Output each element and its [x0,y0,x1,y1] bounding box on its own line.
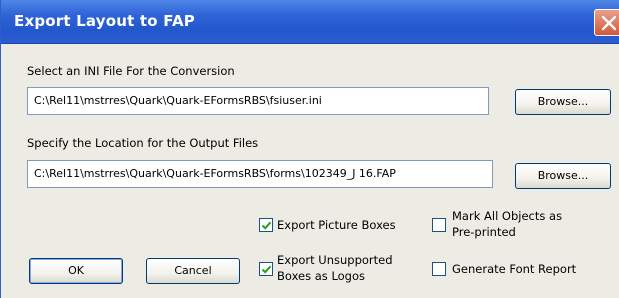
cancel-button[interactable]: Cancel [146,258,240,284]
mark-preprinted-label-line1: Mark All Objects as [452,209,563,223]
export-unsupported-checkbox[interactable] [259,262,273,276]
title-bar[interactable]: Export Layout to FAP [1,0,619,44]
export-layout-dialog: Export Layout to FAP Select an INI File … [0,0,619,298]
ini-browse-button[interactable]: Browse... [515,89,611,115]
checkmark-icon [261,265,272,274]
output-location-label: Specify the Location for the Output File… [27,136,259,150]
close-icon [601,15,617,31]
mark-preprinted-checkbox[interactable] [432,218,446,232]
font-report-label: Generate Font Report [452,262,577,276]
ini-file-label: Select an INI File For the Conversion [27,64,235,78]
checkmark-icon [261,221,272,230]
ok-button[interactable]: OK [29,258,123,284]
output-path-field[interactable]: C:\Rel11\mstrres\Quark\Quark-EFormsRBS\f… [27,160,493,188]
dialog-title: Export Layout to FAP [14,12,195,30]
export-unsupported-label-line2: Boxes as Logos [277,269,366,283]
export-unsupported-label-line1: Export Unsupported [277,253,393,267]
font-report-checkbox[interactable] [432,262,446,276]
ini-file-path-field[interactable]: C:\Rel11\mstrres\Quark\Quark-EFormsRBS\f… [27,87,489,115]
export-picture-boxes-checkbox[interactable] [259,218,273,232]
close-button[interactable] [594,9,619,36]
mark-preprinted-label-line2: Pre-printed [452,225,516,239]
output-browse-button[interactable]: Browse... [515,163,611,189]
export-picture-boxes-label: Export Picture Boxes [277,218,396,232]
